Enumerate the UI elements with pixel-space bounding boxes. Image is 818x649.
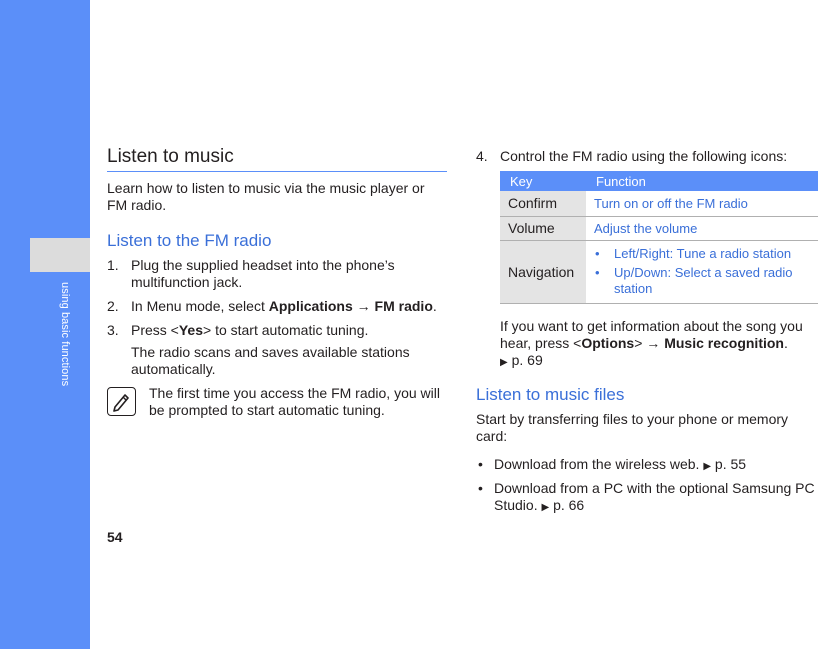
step-2: 2. In Menu mode, select Applications → F…: [107, 298, 447, 315]
triangle-right-icon: ▶: [541, 501, 550, 513]
function-cell: Turn on or off the FM radio: [586, 191, 818, 217]
music-files-intro: Start by transferring files to your phon…: [476, 410, 789, 444]
list-item: Up/Down: Select a saved radio station: [594, 265, 810, 297]
table-row: Volume Adjust the volume: [500, 216, 818, 241]
music-files-heading: Listen to music files: [476, 384, 625, 404]
download-list: Download from the wireless web. ▶ p. 55 …: [476, 456, 818, 516]
key-yes: Yes: [178, 322, 203, 338]
chapter-label: using basic functions: [59, 282, 71, 387]
triangle-right-icon: ▶: [703, 460, 712, 472]
note-block: The first time you access the FM radio, …: [107, 385, 447, 419]
key-cell: Confirm: [500, 191, 586, 217]
step-4: 4. Control the FM radio using the follow…: [476, 148, 818, 165]
list-item: Left/Right: Tune a radio station: [594, 246, 810, 262]
chapter-tab: [30, 238, 90, 272]
table-row: Confirm Turn on or off the FM radio: [500, 191, 818, 217]
menu-fm-radio: FM radio: [374, 298, 433, 314]
header-key: Key: [500, 171, 586, 191]
tip-text-end: .: [783, 334, 788, 351]
page-number: 54: [107, 529, 123, 545]
step-number: 4.: [476, 148, 488, 164]
menu-music-recognition: Music recognition: [664, 334, 784, 351]
side-band: [0, 0, 90, 649]
header-function: Function: [586, 171, 818, 191]
list-item: Download from a PC with the optional Sam…: [476, 480, 818, 516]
key-options: Options: [581, 334, 635, 351]
right-column: 4. Control the FM radio using the follow…: [476, 148, 818, 521]
menu-applications: Applications: [268, 298, 353, 314]
note-text: The first time you access the FM radio, …: [149, 385, 440, 418]
tip-arrow: > →: [634, 334, 665, 351]
navigation-list: Left/Right: Tune a radio station Up/Down…: [594, 246, 810, 297]
step-text-end: > to start automatic tuning.: [203, 322, 369, 338]
step-detail: The radio scans and saves available stat…: [131, 344, 410, 377]
step-text: Control the FM radio using the following…: [500, 148, 788, 164]
key-function-table: Key Function Confirm Turn on or off the …: [500, 171, 818, 304]
triangle-right-icon: ▶: [500, 356, 508, 368]
function-cell: Left/Right: Tune a radio station Up/Down…: [586, 240, 818, 304]
page-ref: p. 69: [511, 351, 543, 368]
section-intro: Learn how to listen to music via the mus…: [107, 180, 425, 213]
table-row: Navigation Left/Right: Tune a radio stat…: [500, 240, 818, 304]
music-recognition-tip: If you want to get information about the…: [500, 318, 818, 371]
bullet-text: Download from the wireless web.: [494, 455, 704, 472]
pencil-note-icon: [107, 387, 136, 416]
step-number: 3.: [107, 322, 119, 338]
left-column: Listen to music Learn how to listen to m…: [107, 146, 447, 419]
page-ref: p. 55: [714, 455, 747, 472]
page-ref: p. 66: [553, 496, 585, 513]
section-title: Listen to music: [107, 146, 447, 172]
fm-radio-heading: Listen to the FM radio: [107, 231, 272, 250]
list-item: Download from the wireless web. ▶ p. 55: [476, 456, 818, 475]
step-text-end: .: [432, 298, 437, 314]
key-cell: Volume: [500, 216, 586, 241]
step-text: In Menu mode, select: [131, 298, 269, 314]
step-3: 3. Press <Yes> to start automatic tuning…: [107, 322, 447, 378]
function-cell: Adjust the volume: [586, 216, 818, 241]
step-text: Press <: [131, 322, 179, 338]
key-cell: Navigation: [500, 240, 586, 304]
step-1: 1. Plug the supplied headset into the ph…: [107, 257, 447, 291]
step-number: 1.: [107, 257, 119, 273]
step-number: 2.: [107, 298, 119, 314]
step-text: Plug the supplied headset into the phone…: [131, 257, 395, 290]
menu-arrow: →: [352, 298, 375, 314]
table-header-row: Key Function: [500, 171, 818, 191]
